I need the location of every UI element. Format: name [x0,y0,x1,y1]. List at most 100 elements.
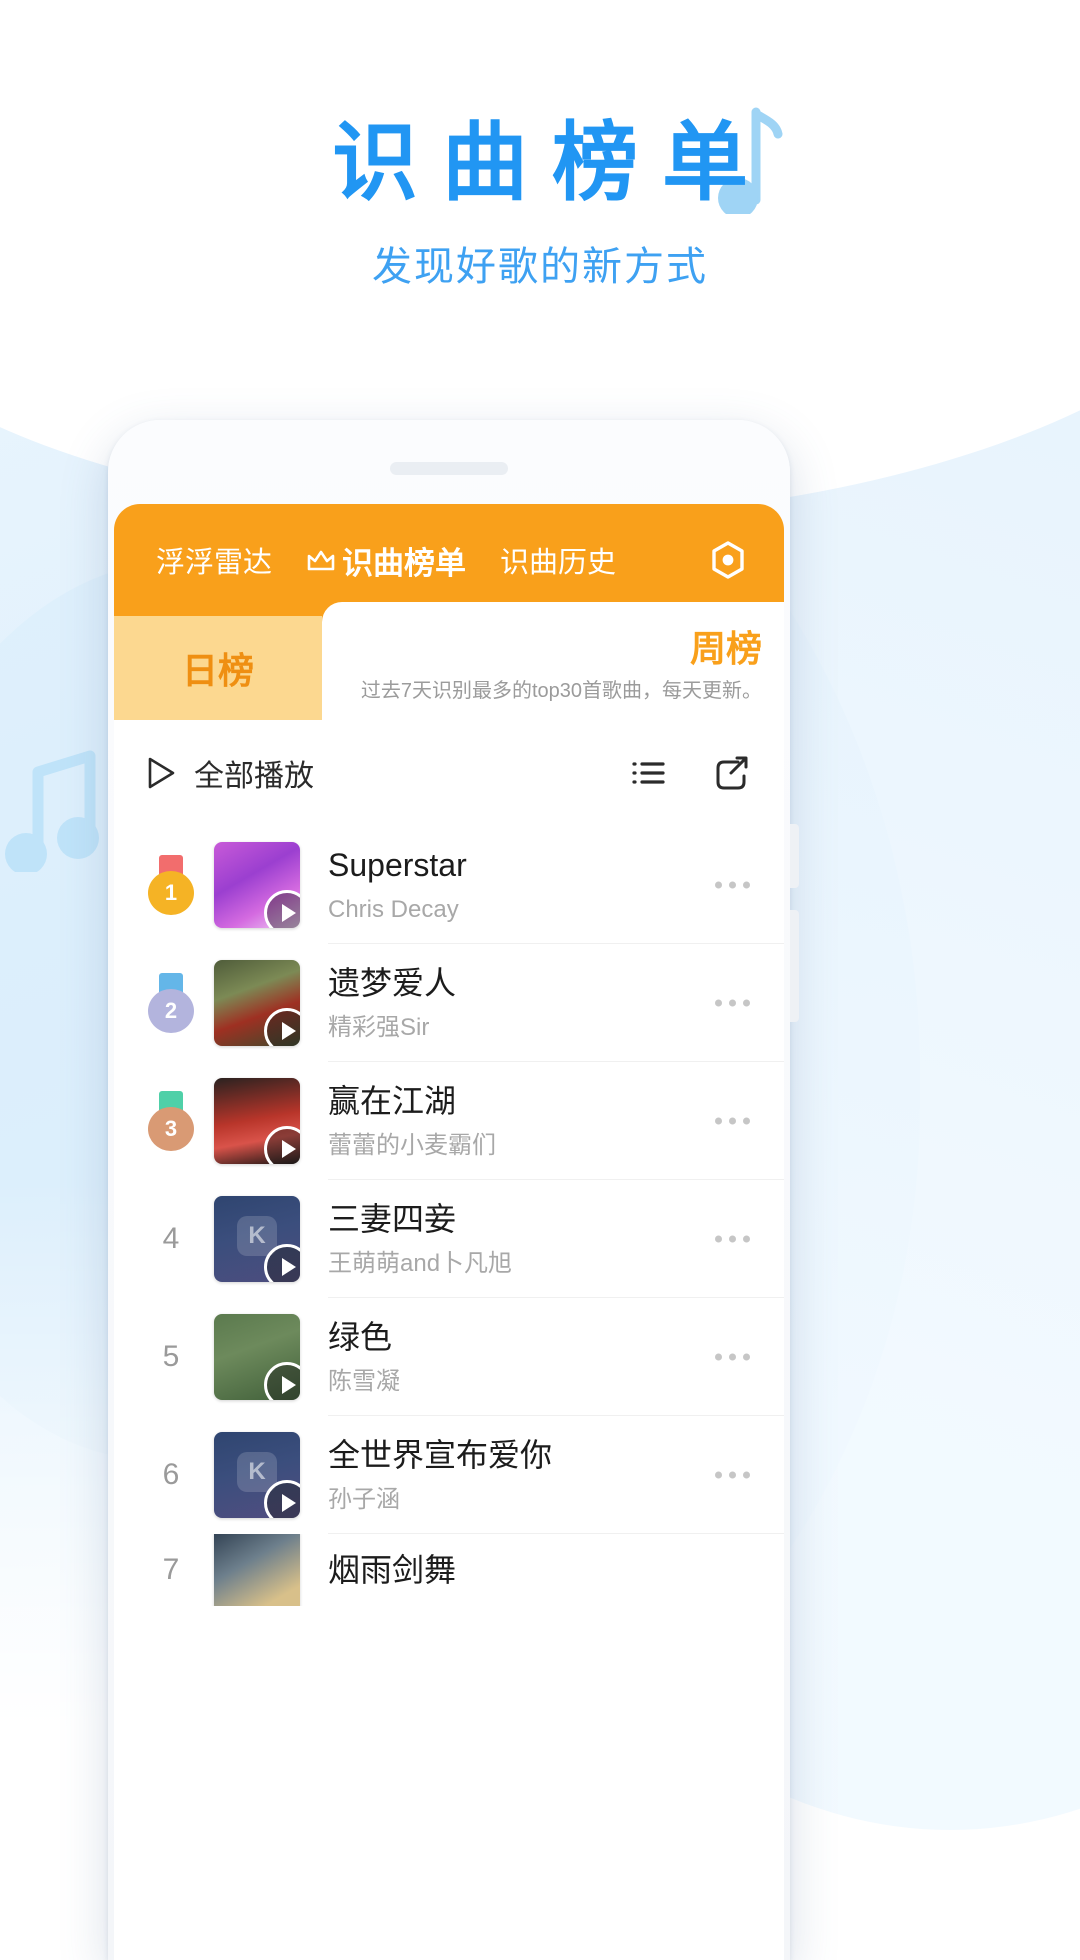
medal-disc: 1 [148,871,194,915]
nav-tab-history[interactable]: 识曲历史 [500,539,616,581]
song-info: 烟雨剑舞 [328,1534,784,1606]
hero-header: 识曲榜单 发现好歌的新方式 [0,0,1080,292]
rank-number: 6 [162,1458,180,1491]
rank-number: 7 [162,1553,180,1586]
list-icon[interactable] [630,754,668,792]
dot [729,999,736,1007]
phone-mockup: 浮浮雷达 识曲榜单 识曲历史 日榜 周榜 过去7天识别最多的top30首歌曲，每… [108,420,799,1960]
album-cover[interactable] [214,1078,300,1164]
hex-gear-icon[interactable] [706,538,750,582]
song-more-button[interactable] [715,1353,750,1361]
play-icon [282,1022,296,1040]
album-cover[interactable] [214,842,300,928]
chart-period-tabs: 日榜 周榜 过去7天识别最多的top30首歌曲，每天更新。 [114,602,784,720]
song-more-button[interactable] [715,999,750,1007]
song-title: 赢在江湖 [328,1082,457,1119]
nav-tab-radar[interactable]: 浮浮雷达 [156,539,272,581]
song-title: 绿色 [328,1318,393,1355]
share-icon[interactable] [712,754,750,792]
chart-description: 过去7天识别最多的top30首歌曲，每天更新。 [360,680,762,703]
rank-number: 5 [162,1340,180,1373]
song-artist: 精彩强Sir [328,1014,430,1041]
dot [715,881,722,889]
dot [743,1353,750,1361]
song-row[interactable]: 5 绿色陈雪凝 [114,1298,784,1416]
song-more-button[interactable] [715,1471,750,1479]
dot [729,1117,736,1125]
tab-day-label: 日榜 [181,650,254,691]
song-row[interactable]: 3 赢在江湖蕾蕾的小麦霸们 [114,1062,784,1180]
nav-tab-list: 浮浮雷达 识曲榜单 识曲历史 [114,538,616,583]
phone-speaker-grille [390,462,508,475]
song-rank: 1 [136,855,206,915]
song-row[interactable]: 6 K 全世界宣布爱你孙子涵 [114,1416,784,1534]
dot [743,1471,750,1479]
tab-week-label: 周榜 [689,627,762,669]
dot [743,1235,750,1243]
play-icon [282,1494,296,1512]
song-rank: 6 [136,1458,206,1492]
song-row[interactable]: 7 烟雨剑舞 [114,1534,784,1606]
dot [715,1117,722,1125]
song-title: Superstar [328,846,467,883]
cover-play-button[interactable] [264,1126,300,1164]
song-title: 三妻四妾 [328,1200,457,1237]
dot [729,1235,736,1243]
dot [729,1353,736,1361]
album-cover[interactable] [214,1534,300,1606]
song-rank: 3 [136,1091,206,1151]
rank-medal-icon: 2 [148,973,194,1033]
page-title: 识曲榜单 [332,115,772,211]
cover-play-button[interactable] [264,1008,300,1046]
play-icon [282,1376,296,1394]
dot [715,1471,722,1479]
nav-tab-chart[interactable]: 识曲榜单 [306,538,466,583]
tab-day-chart[interactable]: 日榜 [114,616,322,720]
nav-tab-radar-label: 浮浮雷达 [156,547,273,579]
dot [743,1117,750,1125]
album-cover[interactable]: K [214,1196,300,1282]
dot [743,881,750,889]
dot [729,1471,736,1479]
song-rank: 7 [136,1553,206,1587]
play-icon [282,904,296,922]
play-all-label[interactable]: 全部播放 [194,751,314,795]
song-row[interactable]: 4 K 三妻四妾王萌萌and卜凡旭 [114,1180,784,1298]
dot [729,881,736,889]
nav-tab-history-label: 识曲历史 [500,547,617,579]
song-row[interactable]: 1 Superstar Chris Decay [114,826,784,944]
medal-disc: 3 [148,1107,194,1151]
song-artist: 蕾蕾的小麦霸们 [328,1132,496,1159]
rank-medal-icon: 1 [148,855,194,915]
album-cover[interactable] [214,960,300,1046]
dot [743,999,750,1007]
song-rank: 2 [136,973,206,1033]
song-more-button[interactable] [715,881,750,889]
song-rank: 4 [136,1222,206,1256]
app-navigation-bar: 浮浮雷达 识曲榜单 识曲历史 [114,504,784,616]
play-triangle-icon[interactable] [146,756,176,790]
song-artist: 陈雪凝 [328,1368,400,1395]
rank-medal-icon: 3 [148,1091,194,1151]
song-title: 全世界宣布爱你 [328,1436,553,1473]
cover-play-button[interactable] [264,890,300,928]
dot [715,999,722,1007]
song-more-button[interactable] [715,1235,750,1243]
tab-week-chart[interactable]: 周榜 过去7天识别最多的top30首歌曲，每天更新。 [322,602,784,720]
song-list: 1 Superstar Chris Decay 2 遗梦爱人 精彩强Sir 3 赢在江湖 蕾蕾的… [114,826,784,1606]
song-more-button[interactable] [715,1117,750,1125]
album-cover[interactable]: K [214,1432,300,1518]
song-title: 遗梦爱人 [328,964,457,1001]
song-artist: 孙子涵 [328,1486,400,1513]
medal-disc: 2 [148,989,194,1033]
music-note-decoration-icon [5,750,99,872]
play-icon [282,1258,296,1276]
song-row[interactable]: 2 遗梦爱人精彩强Sir [114,944,784,1062]
dot [715,1235,722,1243]
cover-play-button[interactable] [264,1362,300,1400]
album-cover[interactable] [214,1314,300,1400]
play-icon [282,1140,296,1158]
nav-tab-chart-label: 识曲榜单 [342,545,467,581]
song-artist: 王萌萌and卜凡旭 [328,1250,513,1277]
song-rank: 5 [136,1340,206,1374]
